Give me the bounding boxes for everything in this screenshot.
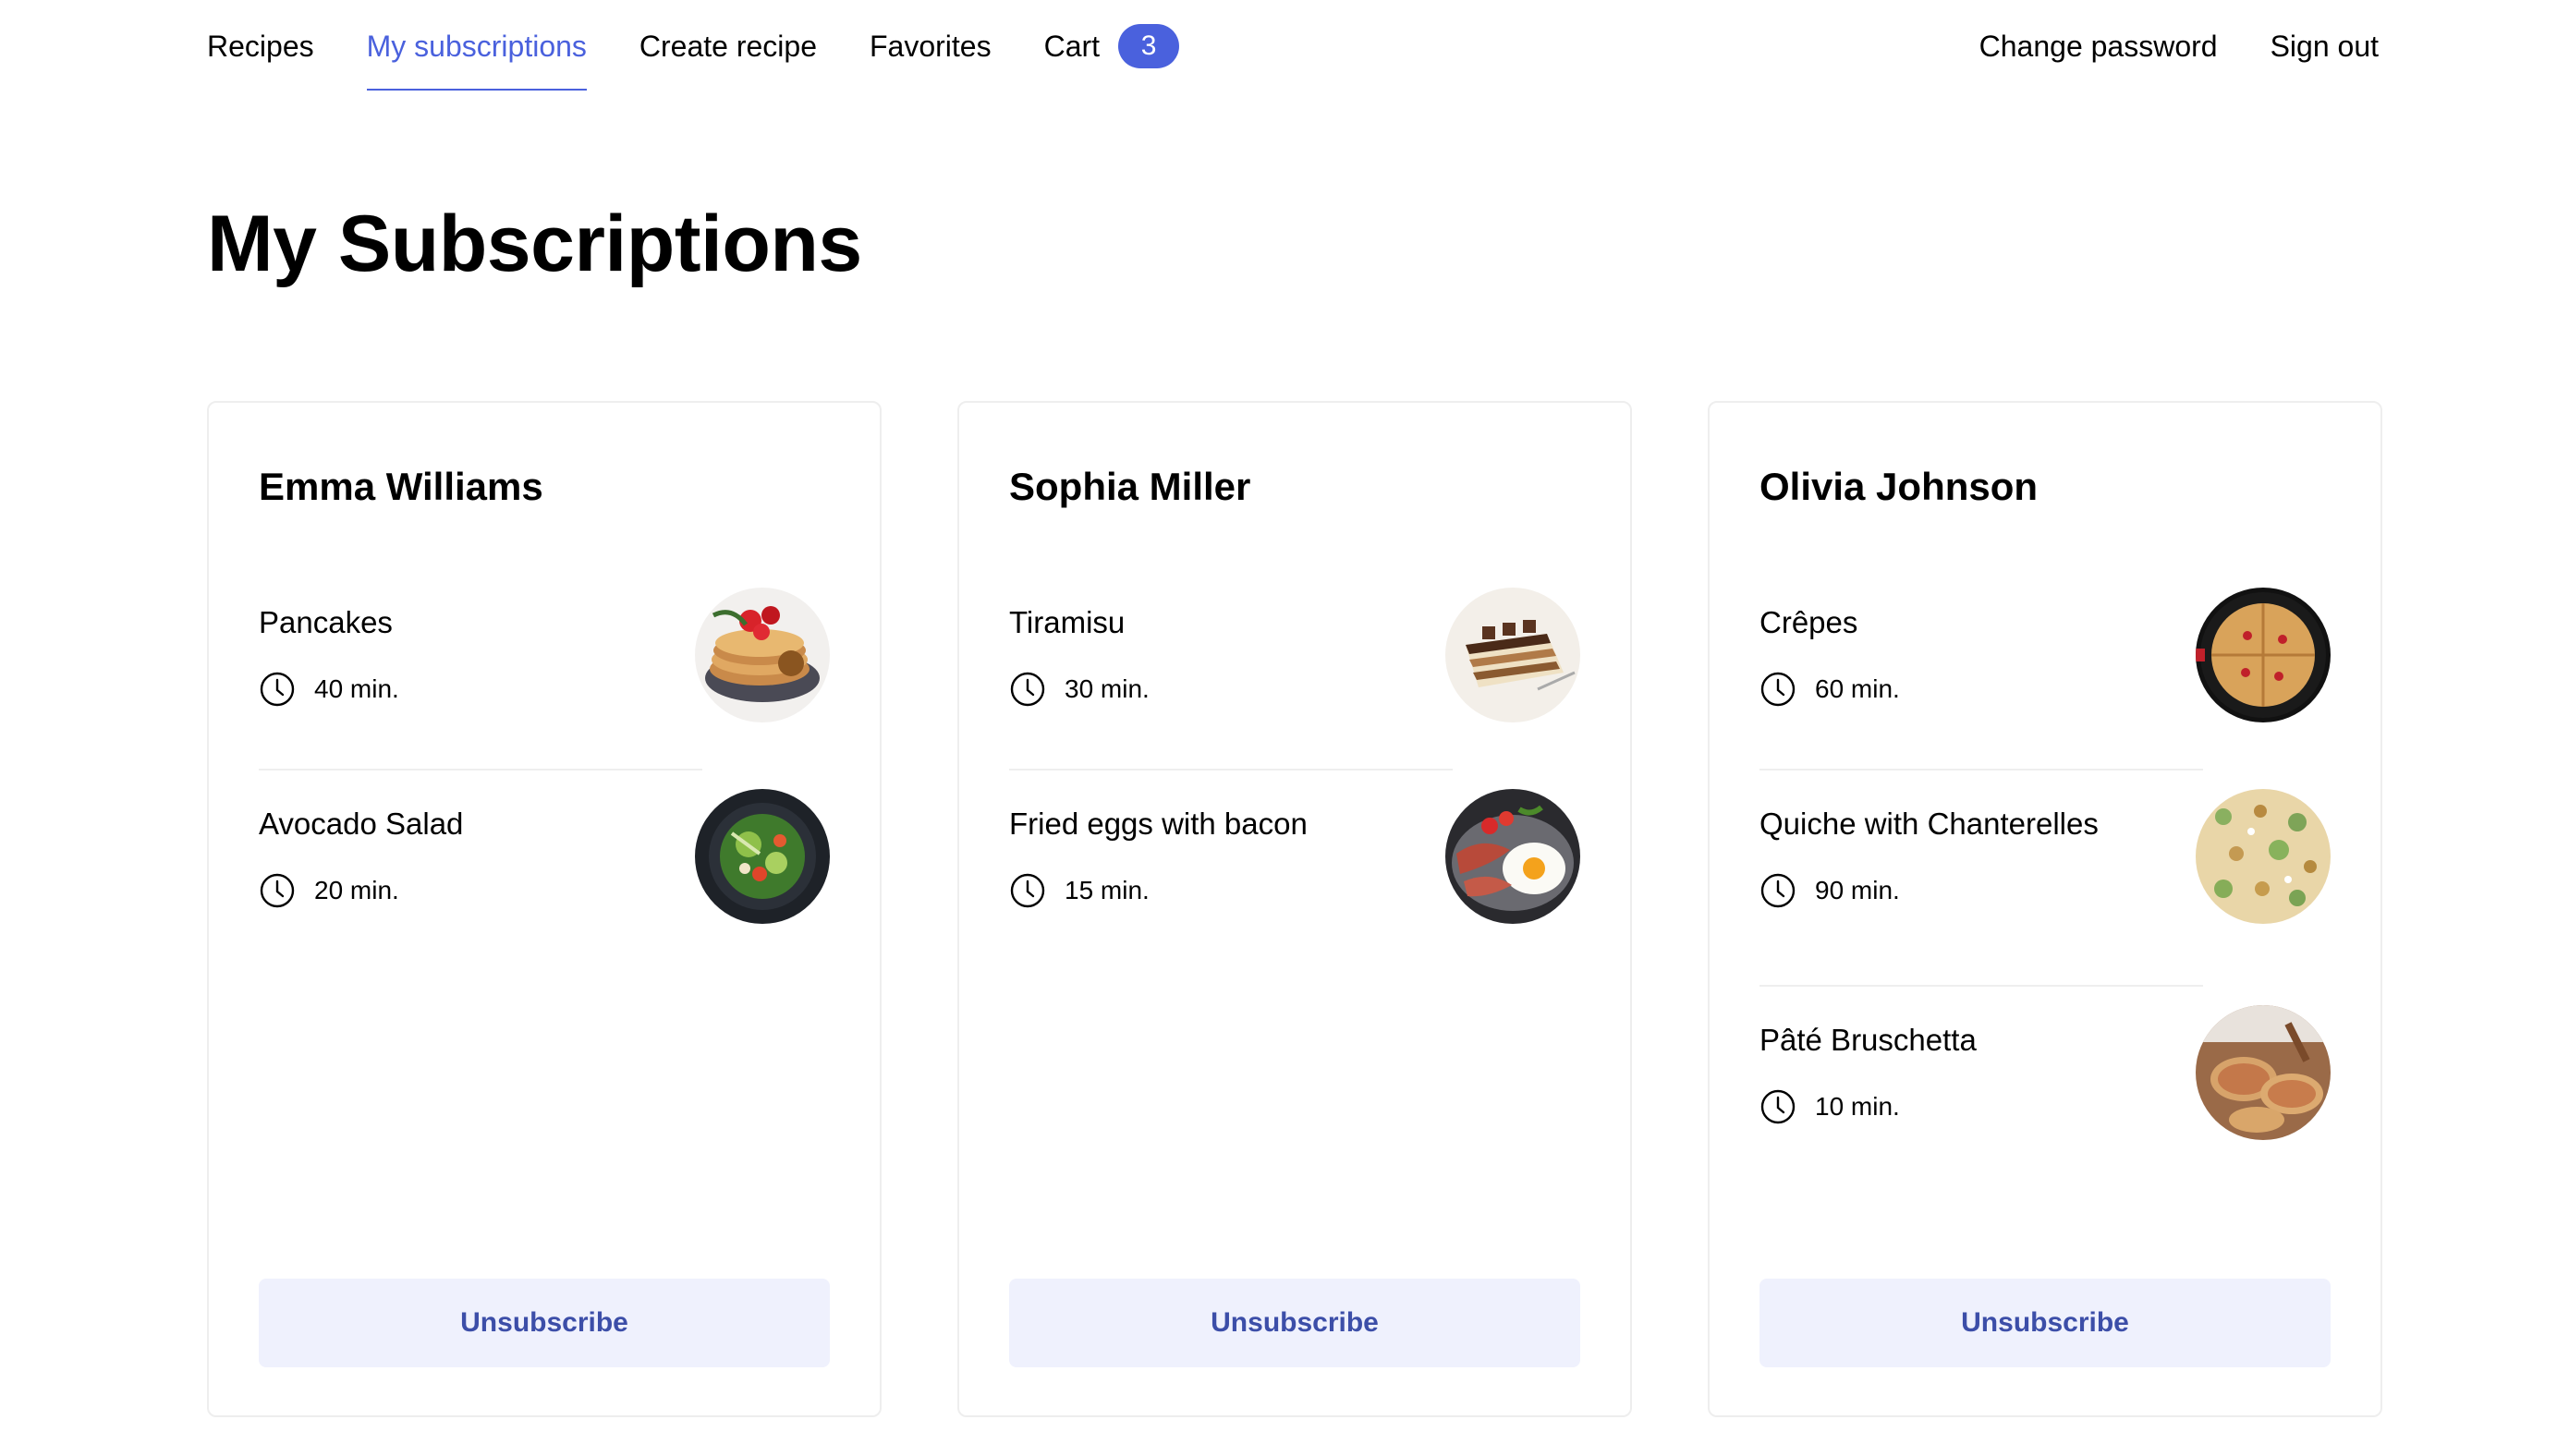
- cart-count-badge: 3: [1118, 24, 1180, 68]
- recipe-item[interactable]: Pâté Bruschetta 10 min.: [1759, 1005, 2331, 1140]
- recipe-time: 90 min.: [1759, 872, 2196, 909]
- recipe-name[interactable]: Tiramisu: [1009, 588, 1445, 641]
- recipe-info: Pâté Bruschetta 10 min.: [1759, 1005, 2196, 1140]
- recipe-name[interactable]: Avocado Salad: [259, 789, 695, 843]
- recipe-image-pancakes[interactable]: [695, 588, 830, 722]
- recipe-item[interactable]: Avocado Salad 20 min.: [259, 789, 830, 924]
- clock-icon: [260, 672, 295, 707]
- recipe-name[interactable]: Pancakes: [259, 588, 695, 641]
- recipe-image-avocado-salad[interactable]: [695, 789, 830, 924]
- nav-left: Recipes My subscriptions Create recipe F…: [207, 20, 1232, 91]
- recipe-time-value: 10 min.: [1815, 1092, 1900, 1121]
- nav-cart[interactable]: Cart 3: [1043, 20, 1180, 72]
- recipe-time: 15 min.: [1009, 872, 1445, 909]
- nav-cart-label: Cart: [1043, 30, 1101, 63]
- recipe-name[interactable]: Fried eggs with bacon: [1009, 789, 1445, 843]
- recipe-info: Quiche with Chanterelles 90 min.: [1759, 789, 2196, 924]
- recipe-image-bruschetta[interactable]: [2196, 1005, 2331, 1140]
- recipe-time-value: 20 min.: [314, 876, 399, 904]
- recipe-time-value: 60 min.: [1815, 674, 1900, 703]
- recipe-time-value: 90 min.: [1815, 876, 1900, 904]
- recipe-info: Avocado Salad 20 min.: [259, 789, 695, 924]
- recipe-time: 20 min.: [259, 872, 695, 909]
- recipe-info: Tiramisu 30 min.: [1009, 588, 1445, 722]
- recipe-item[interactable]: Fried eggs with bacon 15 min.: [1009, 789, 1580, 924]
- recipe-time: 30 min.: [1009, 671, 1445, 708]
- top-nav: Recipes My subscriptions Create recipe F…: [207, 20, 2379, 94]
- recipe-time: 10 min.: [1759, 1088, 2196, 1125]
- nav-change-password[interactable]: Change password: [1979, 20, 2218, 72]
- page: Recipes My subscriptions Create recipe F…: [0, 0, 2569, 1456]
- recipe-image-quiche[interactable]: [2196, 789, 2331, 924]
- page-title: My Subscriptions: [207, 200, 862, 288]
- recipe-name[interactable]: Quiche with Chanterelles: [1759, 789, 2196, 843]
- recipe-image-fried-eggs[interactable]: [1445, 789, 1580, 924]
- clock-icon: [1760, 1089, 1796, 1124]
- recipe-time: 40 min.: [259, 671, 695, 708]
- recipe-item[interactable]: Quiche with Chanterelles 90 min.: [1759, 789, 2331, 924]
- recipe-image-crepes[interactable]: [2196, 588, 2331, 722]
- nav-recipes[interactable]: Recipes: [207, 20, 314, 72]
- unsubscribe-button[interactable]: Unsubscribe: [259, 1279, 830, 1367]
- clock-icon: [1760, 672, 1796, 707]
- nav-create-recipe[interactable]: Create recipe: [639, 20, 817, 72]
- recipe-time-value: 30 min.: [1065, 674, 1150, 703]
- clock-icon: [1010, 873, 1045, 908]
- subscription-cards: Emma Williams Pancakes 40 min. Avocado S…: [207, 401, 2382, 1417]
- recipe-info: Crêpes 60 min.: [1759, 588, 2196, 722]
- author-name[interactable]: Sophia Miller: [1009, 464, 1250, 510]
- recipe-item[interactable]: Pancakes 40 min.: [259, 588, 830, 722]
- clock-icon: [1010, 672, 1045, 707]
- recipe-divider: [259, 769, 702, 770]
- recipe-name[interactable]: Crêpes: [1759, 588, 2196, 641]
- clock-icon: [1760, 873, 1796, 908]
- recipe-item[interactable]: Tiramisu 30 min.: [1009, 588, 1580, 722]
- author-name[interactable]: Emma Williams: [259, 464, 543, 510]
- recipe-time: 60 min.: [1759, 671, 2196, 708]
- recipe-time-value: 40 min.: [314, 674, 399, 703]
- unsubscribe-button[interactable]: Unsubscribe: [1009, 1279, 1580, 1367]
- subscription-card: Emma Williams Pancakes 40 min. Avocado S…: [207, 401, 882, 1417]
- subscription-card: Olivia Johnson Crêpes 60 min. Quiche wit…: [1708, 401, 2382, 1417]
- nav-right: Change password Sign out: [1927, 20, 2379, 72]
- recipe-item[interactable]: Crêpes 60 min.: [1759, 588, 2331, 722]
- nav-my-subscriptions[interactable]: My subscriptions: [366, 20, 588, 91]
- unsubscribe-button[interactable]: Unsubscribe: [1759, 1279, 2331, 1367]
- recipe-info: Pancakes 40 min.: [259, 588, 695, 722]
- nav-favorites[interactable]: Favorites: [870, 20, 992, 72]
- clock-icon: [260, 873, 295, 908]
- subscription-card: Sophia Miller Tiramisu 30 min. Fried egg…: [957, 401, 1632, 1417]
- recipe-divider: [1009, 769, 1453, 770]
- nav-sign-out[interactable]: Sign out: [2271, 20, 2379, 72]
- recipe-divider: [1759, 769, 2203, 770]
- author-name[interactable]: Olivia Johnson: [1759, 464, 2038, 510]
- recipe-divider: [1759, 985, 2203, 987]
- recipe-name[interactable]: Pâté Bruschetta: [1759, 1005, 2196, 1059]
- recipe-time-value: 15 min.: [1065, 876, 1150, 904]
- recipe-info: Fried eggs with bacon 15 min.: [1009, 789, 1445, 924]
- recipe-image-tiramisu[interactable]: [1445, 588, 1580, 722]
